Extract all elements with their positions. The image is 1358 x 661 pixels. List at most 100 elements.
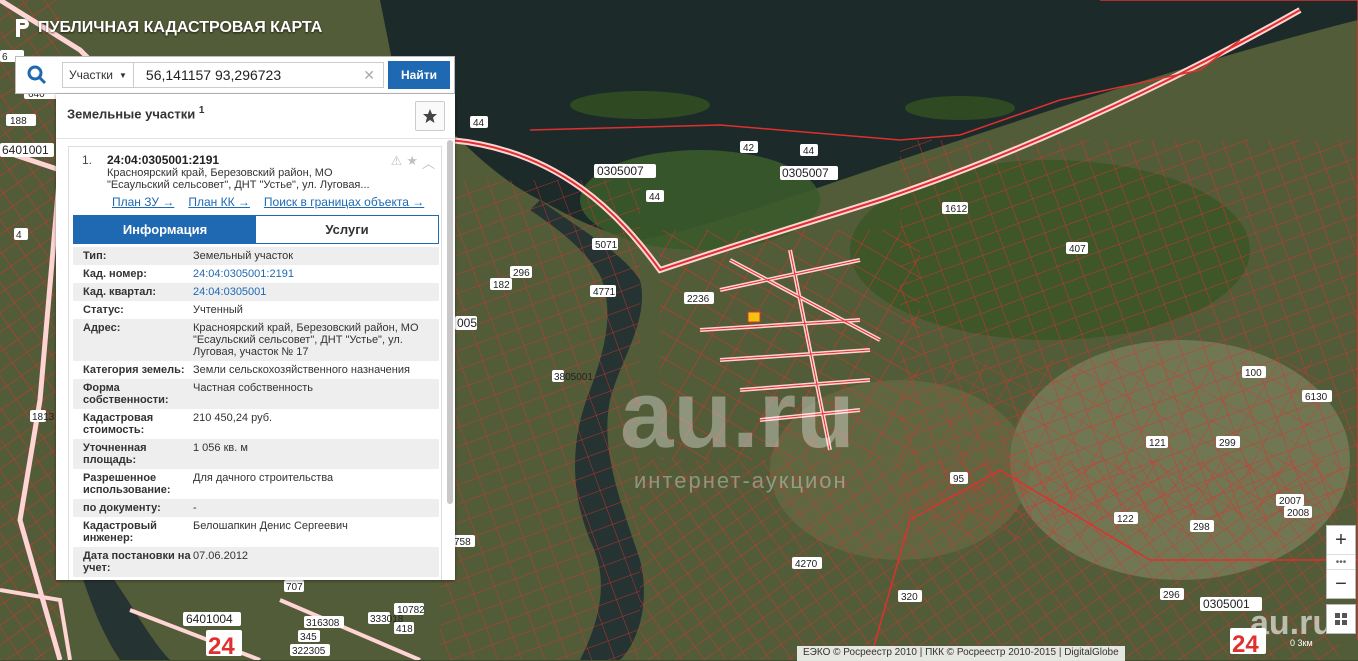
svg-text:188: 188 [10, 116, 27, 127]
info-value: Учтенный [193, 304, 243, 316]
info-key: Тип: [83, 250, 107, 262]
result-cad-number[interactable]: 24:04:0305001:2191 [107, 153, 219, 167]
svg-text:005: 005 [457, 316, 477, 330]
svg-text:298: 298 [1193, 522, 1210, 533]
zoom-level-icon[interactable]: ••• [1327, 554, 1355, 570]
map-label: 296 [1160, 588, 1184, 601]
info-key: Дата постановки на учет: [83, 550, 191, 574]
tab-info[interactable]: Информация [74, 216, 256, 243]
clear-icon[interactable]: ✕ [363, 67, 375, 84]
svg-text:418: 418 [396, 624, 413, 635]
map-label: 4771 [590, 285, 616, 298]
map-label: 0305007 [594, 164, 656, 178]
map-label: 3805001 [552, 370, 593, 383]
map-big-label: 24 [206, 630, 242, 660]
svg-text:0305001: 0305001 [1203, 597, 1250, 611]
tab-services[interactable]: Услуги [256, 216, 438, 243]
svg-text:322305: 322305 [292, 646, 326, 657]
map-label: 6401001 [0, 143, 54, 157]
svg-text:6130: 6130 [1305, 392, 1328, 403]
card-tabs: Информация Услуги [73, 215, 439, 244]
svg-text:121: 121 [1149, 438, 1166, 449]
info-value: Белошапкин Денис Сергеевич [193, 520, 348, 532]
zoom-in-button[interactable]: + [1327, 526, 1355, 554]
chevron-up-icon[interactable]: ︿ [422, 153, 435, 172]
watermark-sub: интернет-аукцион [634, 468, 848, 493]
result-index: 1. [82, 153, 93, 167]
logo-icon [16, 19, 29, 37]
svg-text:3805001: 3805001 [554, 372, 593, 383]
svg-text:95: 95 [953, 474, 965, 485]
info-key: Кадастровая стоимость: [83, 412, 154, 436]
svg-text:6401001: 6401001 [2, 143, 49, 157]
plan-zu-link[interactable]: План ЗУ → [112, 195, 174, 209]
map-label: 758 [453, 535, 475, 548]
card-actions: ⚠ ★ ︿ [391, 153, 435, 172]
info-value: Для дачного строительства [193, 472, 334, 484]
map-scale: 0 3км [1290, 638, 1313, 648]
info-value[interactable]: 24:04:0305001 [193, 286, 439, 298]
map-label: 2236 [684, 292, 714, 305]
svg-text:44: 44 [649, 192, 661, 203]
info-row: Кад. номер: 24:04:0305001:2191 [73, 265, 439, 283]
map-label: 44 [646, 190, 664, 203]
map-label: 44 [470, 116, 488, 129]
search-input[interactable]: 56,141157 93,296723 ✕ [133, 62, 384, 88]
map-label: 418 [394, 622, 414, 635]
map-label: 296 [510, 266, 532, 279]
info-value: 07.06.2012 [193, 550, 249, 562]
info-key: Категория земель: [83, 364, 185, 376]
map-label: 1612 [942, 202, 968, 215]
map-label: 122 [1114, 512, 1138, 525]
svg-text:0305007: 0305007 [782, 166, 829, 180]
map-label: 121 [1146, 436, 1168, 449]
info-key: Кадастровый инженер: [83, 520, 157, 544]
info-row: Уточненная площадь: 1 056 кв. м [73, 439, 439, 469]
info-key: по документу: [83, 502, 161, 514]
search-type-select[interactable]: Участки ▼ [62, 62, 134, 88]
plan-kk-link[interactable]: План КК → [188, 195, 250, 209]
info-row: Статус: Учтенный [73, 301, 439, 319]
panel-scrollbar[interactable] [447, 140, 453, 504]
svg-text:758: 758 [454, 537, 471, 548]
star-icon[interactable]: ★ [406, 153, 418, 172]
svg-text:42: 42 [743, 143, 755, 154]
map-label: 320 [898, 590, 922, 603]
favorites-button[interactable] [415, 101, 445, 131]
map-label: 6130 [1302, 390, 1332, 403]
svg-text:122: 122 [1117, 514, 1134, 525]
layers-button[interactable] [1326, 604, 1356, 634]
info-table: Тип: Земельный участок Кад. номер: 24:04:03… [73, 247, 439, 577]
svg-text:296: 296 [1163, 590, 1180, 601]
info-key: Статус: [83, 304, 124, 316]
svg-text:407: 407 [1069, 244, 1086, 255]
result-card[interactable]: 1. 24:04:0305001:2191 Красноярский край,… [68, 146, 442, 580]
info-row: Кадастровый инженер: Белошапкин Денис Сер… [73, 517, 439, 547]
info-row: Категория земель: Земли сельскохозяйствен… [73, 361, 439, 379]
map-label: 182 [490, 278, 512, 291]
map-label: 2007 [1276, 494, 1304, 507]
svg-text:44: 44 [803, 146, 815, 157]
map-label: 707 [284, 580, 304, 593]
find-button[interactable]: Найти [388, 61, 450, 89]
app-title[interactable]: ПУБЛИЧНАЯ КАДАСТРОВАЯ КАРТА [14, 18, 322, 38]
warning-icon[interactable]: ⚠ [391, 153, 403, 172]
info-value[interactable]: 24:04:0305001:2191 [193, 268, 439, 280]
info-row: Разрешенное использование: Для дачного ст… [73, 469, 439, 499]
info-row: Кад. квартал: 24:04:0305001 [73, 283, 439, 301]
zoom-out-button[interactable]: − [1327, 570, 1355, 598]
info-row: Дата постановки на учет: 07.06.2012 [73, 547, 439, 577]
svg-text:182: 182 [493, 280, 510, 291]
search-in-bounds-link[interactable]: Поиск в границах объекта → [264, 195, 424, 209]
layers-icon [1335, 613, 1347, 625]
info-value: Земельный участок [193, 250, 294, 262]
panel-title: Земельные участки 1 [67, 105, 204, 121]
svg-text:2236: 2236 [687, 294, 710, 305]
svg-text:345: 345 [300, 632, 317, 643]
info-value: Красноярский край, Березовский район, МО… [193, 322, 419, 358]
search-icon[interactable] [16, 57, 58, 93]
info-key: Кад. номер: [83, 268, 147, 280]
info-row: Адрес: Красноярский край, Березовский рай… [73, 319, 439, 361]
svg-text:296: 296 [513, 268, 530, 279]
info-key: Разрешенное использование: [83, 472, 171, 496]
